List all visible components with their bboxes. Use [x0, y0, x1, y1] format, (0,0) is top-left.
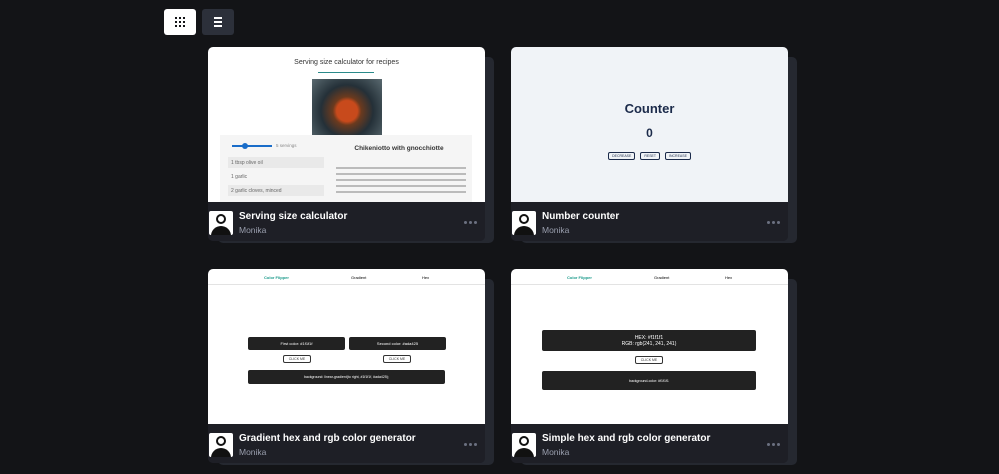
avatar[interactable] [512, 211, 536, 235]
rgb-value: RGB: rgb(241, 241, 241) [621, 340, 677, 347]
reset-button: RESET [640, 152, 661, 160]
ingredient-item: 2 garlic cloves, minced [228, 185, 324, 196]
click-me-button: CLICK ME [283, 355, 311, 363]
pen-author[interactable]: Monika [239, 447, 266, 457]
recipe-photo [312, 79, 382, 143]
pen-card[interactable]: Counter 0 DECREASE RESET INCREASE Number… [511, 47, 797, 243]
second-color-bar: Second color: #ada425 [349, 337, 446, 350]
pen-author[interactable]: Monika [239, 225, 266, 235]
pen-title[interactable]: Gradient hex and rgb color generator [239, 433, 416, 444]
servings-label: 5 servings [276, 143, 297, 148]
list-view-button[interactable] [202, 9, 234, 35]
pen-meta: Gradient hex and rgb color generator Mon… [208, 424, 485, 463]
avatar[interactable] [209, 211, 233, 235]
nav-item: Hex [422, 275, 430, 280]
nav-brand: Color Flipper [567, 275, 592, 280]
pen-card[interactable]: Color Flipper Gradient Hex HEX: #f1f1f1 … [511, 269, 797, 465]
pen-meta: Simple hex and rgb color generator Monik… [511, 424, 788, 463]
pen-preview[interactable]: Serving size calculator for recipes 5 se… [208, 47, 485, 202]
more-options-icon[interactable] [464, 221, 477, 224]
counter-heading: Counter [624, 101, 675, 116]
pen-card[interactable]: Serving size calculator for recipes 5 se… [208, 47, 494, 243]
pen-preview[interactable]: Color Flipper Gradient Hex First color: … [208, 269, 485, 424]
pen-title[interactable]: Serving size calculator [239, 211, 347, 222]
pen-card[interactable]: Color Flipper Gradient Hex First color: … [208, 269, 494, 465]
ingredient-item: 1 tbsp olive oil [228, 157, 324, 168]
preview-heading: Serving size calculator for recipes [294, 59, 399, 66]
counter-buttons: DECREASE RESET INCREASE [511, 152, 788, 160]
heading-underline [318, 72, 374, 73]
nav-item: Gradient [351, 275, 367, 280]
servings-slider [232, 145, 272, 147]
decrease-button: DECREASE [608, 152, 636, 160]
counter-value: 0 [646, 126, 653, 140]
more-options-icon[interactable] [464, 443, 477, 446]
grid-icon [175, 17, 185, 27]
pen-preview[interactable]: Color Flipper Gradient Hex HEX: #f1f1f1 … [511, 269, 788, 424]
hex-rgb-panel: HEX: #f1f1f1 RGB: rgb(241, 241, 241) [542, 330, 756, 351]
recipe-title: Chikeniotto with gnocchiotte [354, 145, 444, 152]
more-options-icon[interactable] [767, 443, 780, 446]
bg-code-bar: background-color: #f1f1f1 [542, 371, 756, 390]
pen-preview[interactable]: Counter 0 DECREASE RESET INCREASE [511, 47, 788, 202]
nav-item: Gradient [654, 275, 670, 280]
pen-meta: Serving size calculator Monika [208, 202, 485, 241]
list-icon [214, 17, 222, 27]
pen-title[interactable]: Simple hex and rgb color generator [542, 433, 710, 444]
pen-author[interactable]: Monika [542, 225, 569, 235]
more-options-icon[interactable] [767, 221, 780, 224]
gradient-code-bar: background: linear-gradient(to right, #1… [248, 370, 445, 384]
pen-title[interactable]: Number counter [542, 211, 619, 222]
first-color-bar: First color: #1f1f1f [248, 337, 345, 350]
click-me-button: CLICK ME [383, 355, 411, 363]
recipe-text [336, 167, 466, 197]
grid-view-button[interactable] [164, 9, 196, 35]
avatar[interactable] [209, 433, 233, 457]
preview-nav: Color Flipper Gradient Hex [208, 269, 485, 285]
click-me-button: CLICK ME [635, 356, 663, 364]
increase-button: INCREASE [665, 152, 691, 160]
nav-item: Hex [725, 275, 733, 280]
ingredient-item: 1 garlic [231, 174, 248, 180]
slider-knob [242, 143, 248, 149]
nav-brand: Color Flipper [264, 275, 289, 280]
view-toggle [164, 9, 234, 35]
pen-author[interactable]: Monika [542, 447, 569, 457]
pen-meta: Number counter Monika [511, 202, 788, 241]
avatar[interactable] [512, 433, 536, 457]
preview-nav: Color Flipper Gradient Hex [511, 269, 788, 285]
